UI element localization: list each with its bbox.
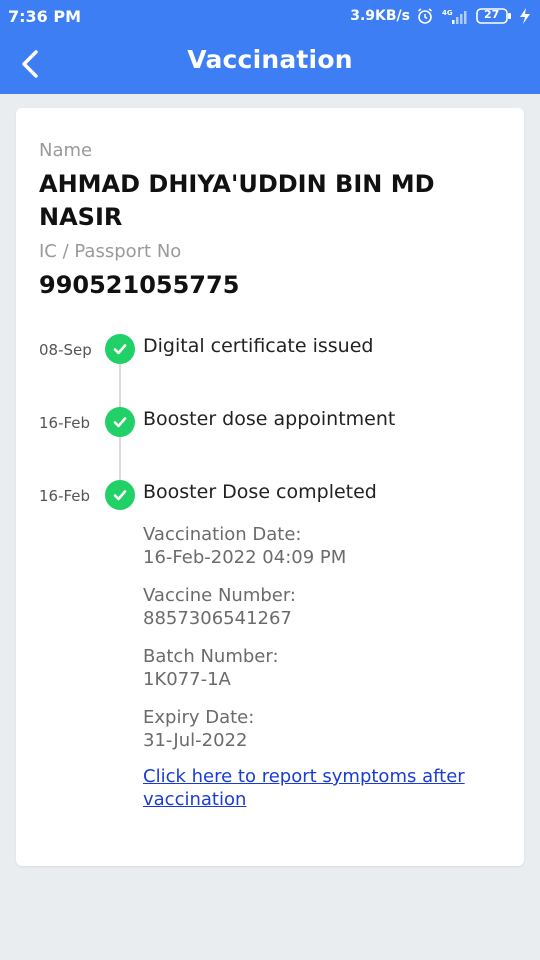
svg-text:4G: 4G [442,9,453,17]
status-bar: 7:36 PM 3.9KB/s 4G 27 [0,0,540,34]
name-value-line1: AHMAD DHIYA'UDDIN BIN MD [39,170,435,198]
id-label: IC / Passport No [39,241,182,262]
timeline-text: Digital certificate issued [143,335,374,357]
timeline-date: 16-Feb [39,487,91,505]
vaccination-date-value: 16-Feb-2022 04:09 PM [143,547,347,568]
report-link-line2: vaccination [143,789,247,810]
page-title: Vaccination [187,45,353,74]
check-circle-icon [105,407,135,437]
report-link-line1: Click here to report symptoms after [143,766,465,787]
charging-icon [518,7,532,25]
app-bar: Vaccination [0,34,540,94]
timeline-date: 16-Feb [39,414,91,432]
name-label: Name [39,140,93,161]
expiry-date-value: 31-Jul-2022 [143,730,248,751]
check-circle-icon [105,334,135,364]
expiry-date-label: Expiry Date: [143,707,255,728]
alarm-icon [416,7,434,25]
id-value: 990521055775 [39,271,240,299]
vaccine-number-label: Vaccine Number: [143,585,296,606]
vaccination-card: Name AHMAD DHIYA'UDDIN BIN MD NASIR IC /… [16,108,524,866]
timeline-text: Booster dose appointment [143,408,396,430]
report-symptoms-link[interactable]: Click here to report symptoms after vacc… [143,765,483,811]
vaccination-date-label: Vaccination Date: [143,524,302,545]
battery-level: 27 [484,8,500,21]
battery-icon: 27 [476,7,512,25]
batch-number-label: Batch Number: [143,646,279,667]
network-speed: 3.9KB/s [350,8,410,24]
timeline-date: 08-Sep [39,341,92,359]
check-circle-icon [105,480,135,510]
timeline-text: Booster Dose completed [143,481,377,503]
signal-icon: 4G [440,7,470,25]
vaccine-number-value: 8857306541267 [143,608,292,629]
status-indicators: 3.9KB/s 4G 27 [350,7,532,25]
timeline-connector [119,364,121,408]
batch-number-value: 1K077-1A [143,669,231,690]
timeline-connector [119,437,121,481]
name-value-line2: NASIR [39,203,123,231]
status-time: 7:36 PM [8,7,82,26]
